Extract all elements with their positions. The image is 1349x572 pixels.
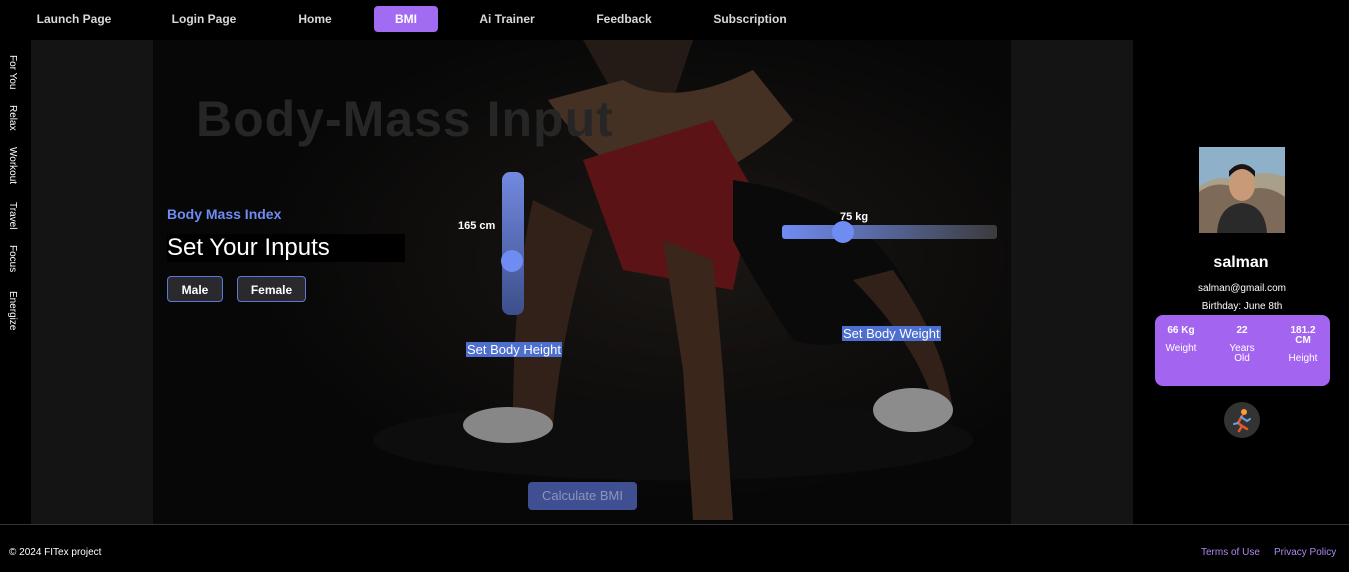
stat-height-label: Height: [1288, 353, 1318, 364]
bmi-panel: Body-Mass Input Body Mass Index Set Your…: [31, 40, 1133, 524]
privacy-policy-link[interactable]: Privacy Policy: [1274, 547, 1336, 558]
profile-name: salman: [1213, 254, 1269, 271]
height-slider-thumb[interactable]: [501, 250, 523, 272]
height-slider[interactable]: [502, 172, 524, 315]
male-button[interactable]: Male: [167, 276, 223, 302]
sidebar-item-workout[interactable]: Workout: [7, 147, 18, 184]
profile-panel: salman salman@gmail.com Birthday: June 8…: [1133, 40, 1349, 524]
avatar: [1199, 147, 1285, 233]
set-weight-label: Set Body Weight: [842, 326, 941, 341]
stat-height-value: 181.2 CM: [1290, 325, 1316, 346]
nav-subscription[interactable]: Subscription: [706, 6, 794, 32]
top-navigation: Launch Page Login Page Home BMI Ai Train…: [0, 0, 1349, 40]
profile-email: salman@gmail.com: [1198, 283, 1286, 294]
activity-button[interactable]: [1224, 402, 1260, 438]
sidebar-item-travel[interactable]: Travel: [7, 202, 18, 229]
stat-age: 22 Years Old: [1217, 326, 1267, 364]
sidebar-item-focus[interactable]: Focus: [7, 245, 18, 272]
terms-of-use-link[interactable]: Terms of Use: [1201, 547, 1260, 558]
sidebar-item-for-you[interactable]: For You: [7, 55, 18, 89]
stat-weight-value: 66 Kg: [1167, 325, 1195, 336]
stat-age-value: 22: [1236, 325, 1248, 336]
running-person-icon: [1233, 409, 1251, 433]
person-photo-icon: [1199, 147, 1285, 233]
sidebar: For You Relax Workout Travel Focus Energ…: [0, 40, 31, 524]
stat-height: 181.2 CM Height: [1278, 326, 1328, 364]
footer: © 2024 FITex project Terms of Use Privac…: [0, 524, 1349, 572]
nav-home[interactable]: Home: [290, 6, 340, 32]
stat-weight: 66 Kg Weight: [1156, 326, 1206, 354]
stat-weight-label: Weight: [1165, 343, 1197, 354]
sidebar-item-relax[interactable]: Relax: [7, 105, 18, 131]
set-height-label: Set Body Height: [466, 342, 562, 357]
calculate-bmi-button[interactable]: Calculate BMI: [528, 482, 637, 510]
nav-login-page[interactable]: Login Page: [164, 6, 244, 32]
height-value: 165 cm: [458, 220, 496, 232]
stat-age-label: Years Old: [1229, 343, 1255, 364]
nav-launch-page[interactable]: Launch Page: [30, 6, 118, 32]
section-label: Body Mass Index: [167, 206, 282, 222]
weight-slider[interactable]: [782, 225, 997, 239]
weight-slider-thumb[interactable]: [832, 221, 854, 243]
copyright-text: © 2024 FITex project: [9, 547, 102, 558]
nav-feedback[interactable]: Feedback: [588, 6, 660, 32]
sidebar-item-energize[interactable]: Energize: [7, 291, 18, 330]
female-button[interactable]: Female: [237, 276, 306, 302]
page-watermark-title: Body-Mass Input: [196, 91, 614, 147]
page-title: Set Your Inputs: [167, 234, 405, 262]
nav-bmi[interactable]: BMI: [374, 6, 438, 32]
profile-birthday: Birthday: June 8th: [1201, 301, 1283, 312]
profile-stats-card: 66 Kg Weight 22 Years Old 181.2 CM Heigh…: [1155, 315, 1330, 386]
nav-ai-trainer[interactable]: Ai Trainer: [470, 6, 544, 32]
